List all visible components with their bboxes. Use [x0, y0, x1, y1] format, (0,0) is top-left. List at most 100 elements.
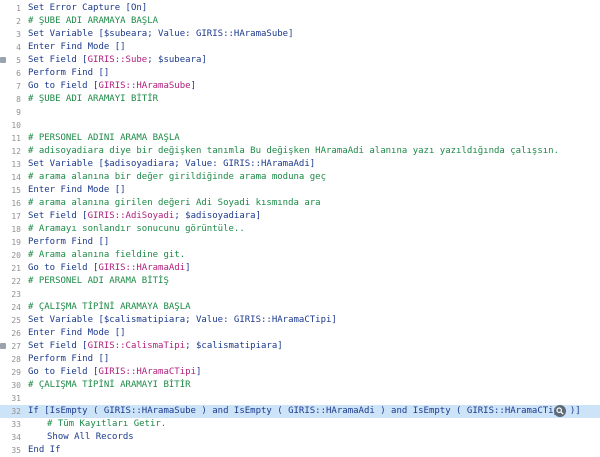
line-number: 8: [16, 95, 21, 104]
script-line[interactable]: 24 # ÇALIŞMA TİPİNİ ARAMAYA BAŞLA: [0, 301, 600, 314]
script-line[interactable]: 25 Set Variable [$calismatipiara; Value: …: [0, 314, 600, 327]
line-number: 25: [11, 316, 21, 325]
script-line[interactable]: 15 Enter Find Mode []: [0, 184, 600, 197]
line-number: 16: [11, 199, 21, 208]
line-number: 9: [16, 108, 21, 117]
script-line[interactable]: 11 # PERSONEL ADINI ARAMA BAŞLA: [0, 132, 600, 145]
script-line[interactable]: 34 Show All Records: [0, 431, 600, 444]
script-step: # arama alanına bir değer girildiğinde a…: [28, 172, 327, 182]
line-number: 32: [11, 407, 21, 416]
line-number: 22: [11, 277, 21, 286]
script-line[interactable]: 5 Set Field [GIRIS::Sube; $subeara]: [0, 54, 600, 67]
script-line-selected[interactable]: 32 If [IsEmpty ( GIRIS::HAramaSube ) and …: [0, 405, 600, 418]
line-number: 23: [11, 290, 21, 299]
script-line[interactable]: 10: [0, 119, 600, 132]
line-number: 7: [16, 82, 21, 91]
script-step: Enter Find Mode []: [28, 328, 126, 338]
line-number: 24: [11, 303, 21, 312]
script-line[interactable]: 21 Go to Field [GIRIS::HAramaAdi]: [0, 262, 600, 275]
script-step: # PERSONEL ADINI ARAMA BAŞLA: [28, 133, 180, 143]
script-line[interactable]: 20 # Arama alanına fieldine git.: [0, 249, 600, 262]
script-step: Go to Field [GIRIS::HAramaAdi]: [28, 262, 191, 275]
script-step: # Aramayı sonlandır sonucunu görüntüle..: [28, 224, 245, 234]
line-number: 10: [11, 121, 21, 130]
script-step: Perform Find []: [28, 68, 110, 78]
line-number: 33: [11, 420, 21, 429]
script-line[interactable]: 31: [0, 392, 600, 405]
step-text: ; $adisoyadiara]: [174, 211, 262, 221]
line-number: 6: [16, 69, 21, 78]
line-number: 30: [11, 381, 21, 390]
script-step: If [IsEmpty ( GIRIS::HAramaSube ) and Is…: [28, 406, 581, 416]
script-line[interactable]: 4 Enter Find Mode []: [0, 41, 600, 54]
line-number: 28: [11, 355, 21, 364]
step-text: ; $subeara]: [147, 55, 207, 65]
line-number: 21: [11, 264, 21, 273]
line-number: 34: [11, 433, 21, 442]
script-line[interactable]: 17 Set Field [GIRIS::AdiSoyadi; $adisoyad…: [0, 210, 600, 223]
script-line[interactable]: 13 Set Variable [$adisoyadiara; Value: GI…: [0, 158, 600, 171]
script-step: Set Field [GIRIS::AdiSoyadi; $adisoyadia…: [28, 210, 261, 223]
script-editor[interactable]: 1 Set Error Capture [On] 2 # ŞUBE ADI ARAMA…: [0, 0, 600, 455]
script-line[interactable]: 29 Go to Field [GIRIS::HAramaCTipi]: [0, 366, 600, 379]
script-line[interactable]: 33 # Tüm Kayıtları Getir.: [0, 418, 600, 431]
script-step: Set Variable [$calismatipiara; Value: GI…: [28, 315, 337, 325]
field-reference[interactable]: GIRIS::HAramaAdi: [98, 263, 185, 273]
script-line[interactable]: 6 Perform Find []: [0, 67, 600, 80]
step-text: Set Field [: [28, 55, 88, 65]
script-step: # Tüm Kayıtları Getir.: [47, 419, 167, 429]
line-number: 1: [16, 4, 21, 13]
script-step: Perform Find []: [28, 237, 110, 247]
step-text: Set Field [: [28, 211, 88, 221]
script-line[interactable]: 23: [0, 288, 600, 301]
script-step: # adisoyadiara diye bir değişken tanımla…: [28, 146, 560, 156]
script-step: Perform Find []: [28, 354, 110, 364]
script-line[interactable]: 30 # ÇALIŞMA TİPİNİ ARAMAYI BİTİR: [0, 379, 600, 392]
line-number: 29: [11, 368, 21, 377]
line-number: 31: [11, 394, 21, 403]
field-reference[interactable]: GIRIS::Sube: [88, 55, 148, 65]
field-reference[interactable]: GIRIS::HAramaCTipi: [98, 367, 196, 377]
script-line[interactable]: 9: [0, 106, 600, 119]
line-number: 11: [11, 134, 21, 143]
script-line[interactable]: 28 Perform Find []: [0, 353, 600, 366]
script-line[interactable]: 27 Set Field [GIRIS::CalismaTipi; $calism…: [0, 340, 600, 353]
script-line[interactable]: 14 # arama alanına bir değer girildiğinde…: [0, 171, 600, 184]
script-step: Set Field [GIRIS::CalismaTipi; $calismat…: [28, 340, 283, 353]
script-line[interactable]: 12 # adisoyadiara diye bir değişken tanım…: [0, 145, 600, 158]
magnifier-icon[interactable]: [554, 405, 566, 417]
script-line[interactable]: 16 # arama alanına girilen değeri Adi Soy…: [0, 197, 600, 210]
script-line[interactable]: 26 Enter Find Mode []: [0, 327, 600, 340]
script-step: # PERSONEL ADI ARAMA BİTİŞ: [28, 276, 169, 286]
line-number: 14: [11, 173, 21, 182]
step-text: ]: [185, 263, 191, 273]
script-step: Set Variable [$subeara; Value: GIRIS::HA…: [28, 29, 294, 39]
script-step: # Arama alanına fieldine git.: [28, 250, 186, 260]
script-line[interactable]: 7 Go to Field [GIRIS::HAramaSube]: [0, 80, 600, 93]
script-line[interactable]: 19 Perform Find []: [0, 236, 600, 249]
field-reference[interactable]: GIRIS::CalismaTipi: [88, 341, 186, 351]
script-step: Show All Records: [47, 432, 134, 442]
script-line[interactable]: 22 # PERSONEL ADI ARAMA BİTİŞ: [0, 275, 600, 288]
script-step: Enter Find Mode []: [28, 42, 126, 52]
script-step: # arama alanına girilen değeri Adi Soyad…: [28, 198, 321, 208]
script-line[interactable]: 8 # ŞUBE ADI ARAMAYI BİTİR: [0, 93, 600, 106]
line-number: 4: [16, 43, 21, 52]
line-number: 18: [11, 225, 21, 234]
script-step: # ÇALIŞMA TİPİNİ ARAMAYI BİTİR: [28, 380, 191, 390]
script-step: Go to Field [GIRIS::HAramaCTipi]: [28, 366, 201, 379]
script-line[interactable]: 2 # ŞUBE ADI ARAMAYA BAŞLA: [0, 15, 600, 28]
script-line[interactable]: 35 End If: [0, 444, 600, 457]
line-number: 3: [16, 30, 21, 39]
script-step: # ÇALIŞMA TİPİNİ ARAMAYA BAŞLA: [28, 302, 191, 312]
script-line[interactable]: 1 Set Error Capture [On]: [0, 2, 600, 15]
line-number: 13: [11, 160, 21, 169]
script-step: Set Variable [$adisoyadiara; Value: GIRI…: [28, 159, 316, 169]
step-text: ]: [190, 81, 196, 91]
field-reference[interactable]: GIRIS::AdiSoyadi: [88, 211, 175, 221]
script-step: # ŞUBE ADI ARAMAYI BİTİR: [28, 94, 159, 104]
script-line[interactable]: 18 # Aramayı sonlandır sonucunu görüntüle…: [0, 223, 600, 236]
line-number: 20: [11, 251, 21, 260]
field-reference[interactable]: GIRIS::HAramaSube: [98, 81, 190, 91]
script-line[interactable]: 3 Set Variable [$subeara; Value: GIRIS::H…: [0, 28, 600, 41]
